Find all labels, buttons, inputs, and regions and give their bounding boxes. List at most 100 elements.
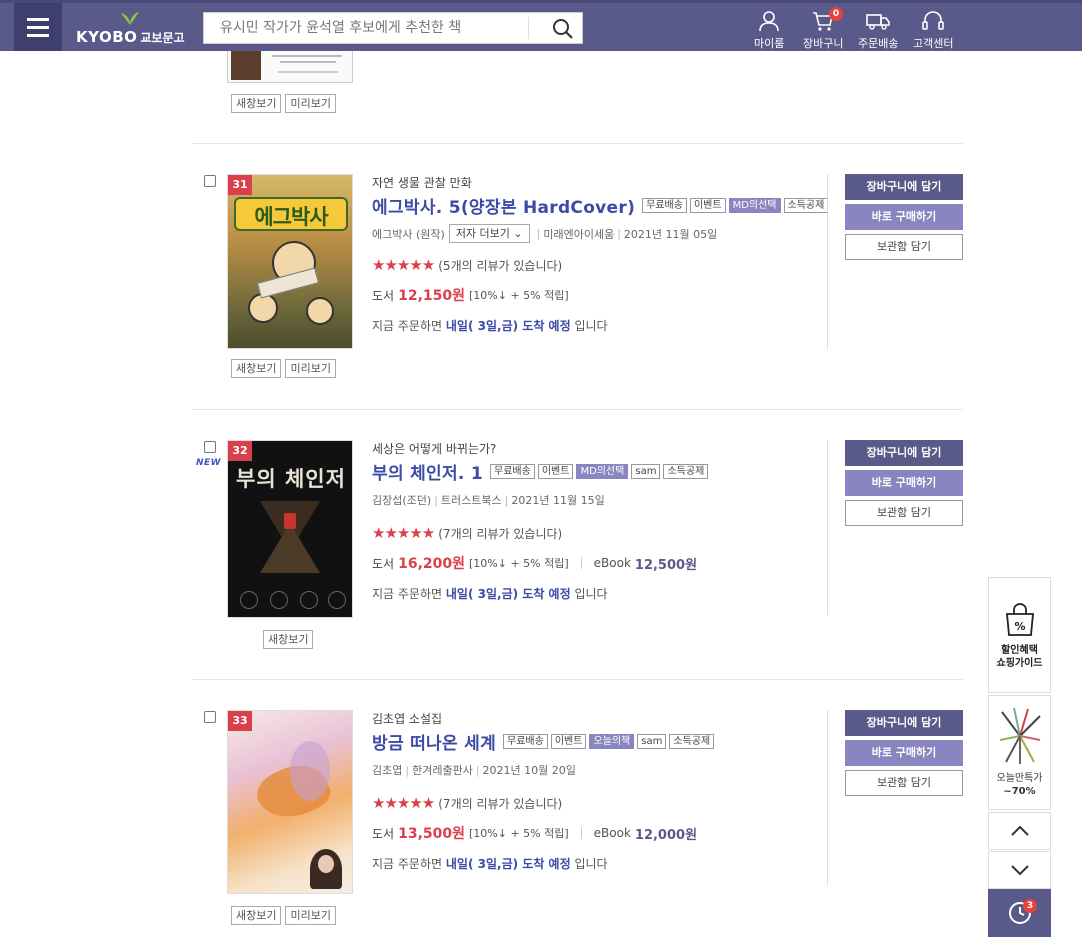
add-to-wishlist-button[interactable]: 보관함 담기 [845,500,963,526]
ebook-price-link[interactable]: 12,000원 [635,824,697,843]
add-to-cart-button[interactable]: 장바구니에 담기 [845,710,963,736]
logo-text: KYOBO 교보문고 [76,28,185,46]
search-input[interactable] [204,13,528,43]
book-meta: 에그박사 (원작) 저자 더보기 ⌄ | 미래엔아이세움 | 2021년 11월… [372,224,832,243]
delivery-suffix: 입니다 [574,587,608,601]
author-more-dropdown[interactable]: 저자 더보기 ⌄ [448,224,530,243]
book-cover[interactable]: 31 에그박사 [227,174,353,349]
review-count-link[interactable]: (7개의 리뷰가 있습니다) [438,795,562,812]
cover-buttons: 새창보기 미리보기 [231,906,336,925]
add-to-wishlist-button[interactable]: 보관함 담기 [845,234,963,260]
recent-count-badge: 3 [1023,899,1037,913]
headset-icon [922,11,945,30]
publisher-link[interactable]: 트러스트북스 [441,492,502,508]
item-checkbox[interactable] [204,711,216,723]
book-info: 자연 생물 관찰 만화 에그박사. 5(양장본 HardCover) 무료배송 … [372,174,832,334]
book-title-link[interactable]: 에그박사. 5(양장본 HardCover) [372,193,635,218]
new-window-button[interactable]: 새창보기 [231,94,282,113]
ebook-label: eBook [593,826,631,840]
delivery-suffix: 입니다 [574,857,608,871]
book-cover[interactable]: 33 [227,710,353,894]
book-title-link[interactable]: 부의 체인저. 1 [372,459,483,484]
book-meta: 김장섭(조던) | 트러스트북스 | 2021년 11월 15일 [372,492,605,508]
new-window-button[interactable]: 새창보기 [231,906,282,925]
nav-label: 마이룸 [754,37,785,50]
preview-button[interactable]: 미리보기 [285,359,336,378]
nav-cart[interactable]: 0 장바구니 [803,7,843,51]
tag-event[interactable]: 이벤트 [537,464,574,479]
tag-todays-book: 오늘의책 [589,734,635,749]
title-line: 부의 체인저. 1 무료배송 이벤트 MD의선택 sam 소득공제 [372,459,832,484]
tag-md-choice: MD의선택 [576,464,629,479]
price-line: 도서 16,200원 [10%↓ + 5% 적립] eBook 12,500원 [372,553,832,573]
author-link[interactable]: 에그박사 (원작) [372,226,445,242]
partial-book-cover[interactable] [227,51,353,83]
recent-viewed-button[interactable]: 3 [988,889,1051,937]
nav-label: 주문배송 [858,37,899,50]
svg-text:%: % [1014,620,1025,633]
review-count-link[interactable]: (5개의 리뷰가 있습니다) [438,257,562,274]
preview-button[interactable]: 미리보기 [285,94,336,113]
book-info: 세상은 어떻게 바뀌는가? 부의 체인저. 1 무료배송 이벤트 MD의선택 s… [372,440,832,602]
add-to-cart-button[interactable]: 장바구니에 담기 [845,174,963,200]
preview-button[interactable]: 미리보기 [285,906,336,925]
delivery-info: 지금 주문하면 내일( 3일,금) 도착 예정 입니다 [372,855,832,872]
chevron-down-icon [1010,865,1029,876]
item-checkbox[interactable] [204,175,216,187]
tag-event[interactable]: 이벤트 [689,198,726,213]
book-meta: 김초엽 | 한겨레출판사 | 2021년 10월 20일 [372,762,576,778]
book-price: 12,150원 [398,288,465,304]
nav-order-delivery[interactable]: 주문배송 [858,9,898,51]
today-sale-widget[interactable]: 오늘만특가 ~70% [988,695,1051,810]
tag-free-shipping: 무료배송 [490,464,535,479]
book-price: 16,200원 [398,556,465,572]
buy-now-button[interactable]: 바로 구매하기 [845,740,963,766]
price-line: 도서 12,150원 [10%↓ + 5% 적립] [372,285,832,305]
buy-now-button[interactable]: 바로 구매하기 [845,204,963,230]
star-rating-icon: ★★★★★ [372,794,435,812]
partial-cover-buttons: 새창보기 미리보기 [231,94,336,113]
tag-event[interactable]: 이벤트 [550,734,587,749]
rank-badge: 33 [228,711,252,731]
book-cover[interactable]: 32 부의 체인저 [227,440,353,618]
author-link[interactable]: 김장섭(조던) [372,492,431,508]
scroll-bottom-button[interactable] [988,851,1051,889]
item-checkbox[interactable] [204,441,216,453]
ebook-price-link[interactable]: 12,500원 [635,554,697,573]
logo-main-text: KYOBO [76,28,138,46]
add-to-cart-button[interactable]: 장바구니에 담기 [845,440,963,466]
price-label: 도서 [372,556,395,571]
new-window-button[interactable]: 새창보기 [231,359,282,378]
shopping-guide-widget[interactable]: % 할인혜택 쇼핑가이드 [988,577,1051,693]
nav-customer-center[interactable]: 고객센터 [913,9,953,51]
discount-info: [10%↓ + 5% 적립] [469,289,569,302]
book-title-link[interactable]: 방금 떠나온 세계 [372,729,496,754]
author-link[interactable]: 김초엽 [372,762,402,778]
delivery-info: 지금 주문하면 내일( 3일,금) 도착 예정 입니다 [372,317,832,334]
delivery-info: 지금 주문하면 내일( 3일,금) 도착 예정 입니다 [372,585,832,602]
search-box [203,12,583,44]
publish-date: 2021년 10월 20일 [482,764,576,777]
publisher-link[interactable]: 한겨레출판사 [412,762,473,778]
tag-free-shipping: 무료배송 [642,198,687,213]
menu-button[interactable] [14,3,62,51]
new-window-button[interactable]: 새창보기 [263,630,314,649]
delivery-prefix: 지금 주문하면 [372,857,443,871]
review-count-link[interactable]: (7개의 리뷰가 있습니다) [438,525,562,542]
cover-buttons: 새창보기 [263,630,314,649]
sale-product-thumbnail [999,707,1041,764]
rating: ★★★★★ (7개의 리뷰가 있습니다) [372,524,832,542]
buy-now-button[interactable]: 바로 구매하기 [845,470,963,496]
scroll-top-button[interactable] [988,812,1051,850]
price-divider [580,557,582,569]
nav-myroom[interactable]: 마이룸 [754,9,784,51]
book-item: 33 새창보기 미리보기 김초엽 소설집 방금 떠나온 세계 무료배송 이벤트 … [193,710,963,930]
ebook-label: eBook [593,556,631,570]
book-subtitle: 김초엽 소설집 [372,712,443,726]
tag-tax-deduction: 소득공제 [783,198,829,213]
publisher-link[interactable]: 미래엔아이세움 [543,226,614,242]
add-to-wishlist-button[interactable]: 보관함 담기 [845,770,963,796]
search-icon[interactable] [552,18,574,40]
book-item: 31 에그박사 새창보기 미리보기 자연 생물 관찰 만화 에그박사. 5(양장… [193,174,963,378]
tag-free-shipping: 무료배송 [503,734,548,749]
